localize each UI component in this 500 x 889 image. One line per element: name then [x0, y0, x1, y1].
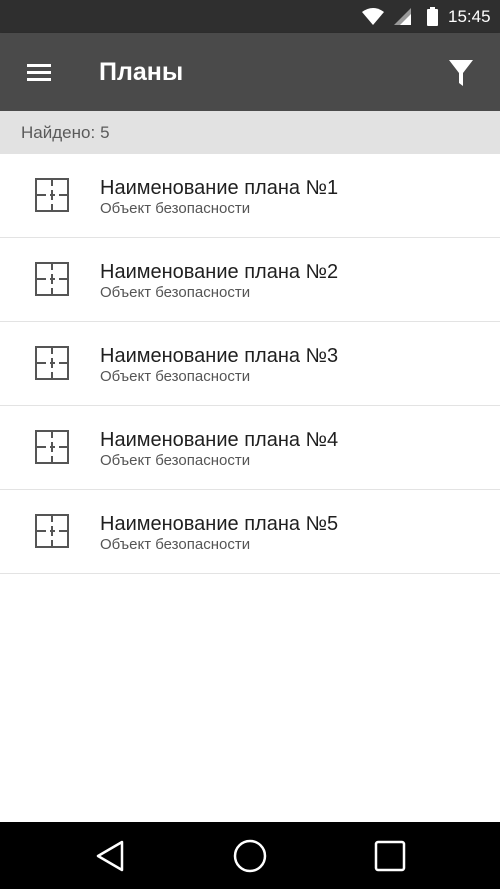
floor-plan-icon: [35, 178, 69, 212]
floor-plan-icon: [35, 514, 69, 548]
results-count-text: Найдено: 5: [21, 123, 110, 143]
list-item[interactable]: Наименование плана №5 Объект безопасност…: [0, 490, 500, 574]
home-icon[interactable]: [232, 838, 268, 874]
list-item-title: Наименование плана №4: [100, 429, 339, 451]
floor-plan-icon: [35, 262, 69, 296]
page-title: Планы: [99, 58, 184, 86]
list-item-title: Наименование плана №5: [100, 513, 339, 535]
results-label: Найдено:: [21, 123, 96, 142]
list-item-subtitle: Объект безопасности: [100, 368, 251, 385]
list-item-subtitle: Объект безопасности: [100, 284, 251, 301]
list-item-subtitle: Объект безопасности: [100, 200, 251, 217]
list-item-title: Наименование плана №3: [100, 345, 339, 367]
list-item[interactable]: Наименование плана №2 Объект безопасност…: [0, 238, 500, 322]
battery-icon: [427, 7, 438, 31]
results-count-bar: Найдено: 5: [0, 111, 500, 154]
wifi-icon: [362, 8, 384, 30]
list-item-subtitle: Объект безопасности: [100, 536, 251, 553]
recents-icon[interactable]: [372, 838, 408, 874]
back-icon[interactable]: [92, 838, 128, 874]
status-bar: 15:45: [0, 0, 500, 33]
navigation-bar: [0, 822, 500, 889]
list-item[interactable]: Наименование плана №4 Объект безопасност…: [0, 406, 500, 490]
list-item-subtitle: Объект безопасности: [100, 452, 251, 469]
app-bar: Планы: [0, 33, 500, 111]
signal-icon: [394, 8, 411, 30]
floor-plan-icon: [35, 346, 69, 380]
list-item-title: Наименование плана №1: [100, 177, 339, 199]
floor-plan-icon: [35, 430, 69, 464]
menu-icon[interactable]: [24, 58, 54, 86]
list-item[interactable]: Наименование плана №1 Объект безопасност…: [0, 154, 500, 238]
list-item-title: Наименование плана №2: [100, 261, 339, 283]
filter-icon[interactable]: [445, 57, 477, 89]
plans-list: Наименование плана №1 Объект безопасност…: [0, 154, 500, 574]
list-item[interactable]: Наименование плана №3 Объект безопасност…: [0, 322, 500, 406]
status-time: 15:45: [448, 7, 491, 26]
results-count: 5: [100, 123, 110, 142]
